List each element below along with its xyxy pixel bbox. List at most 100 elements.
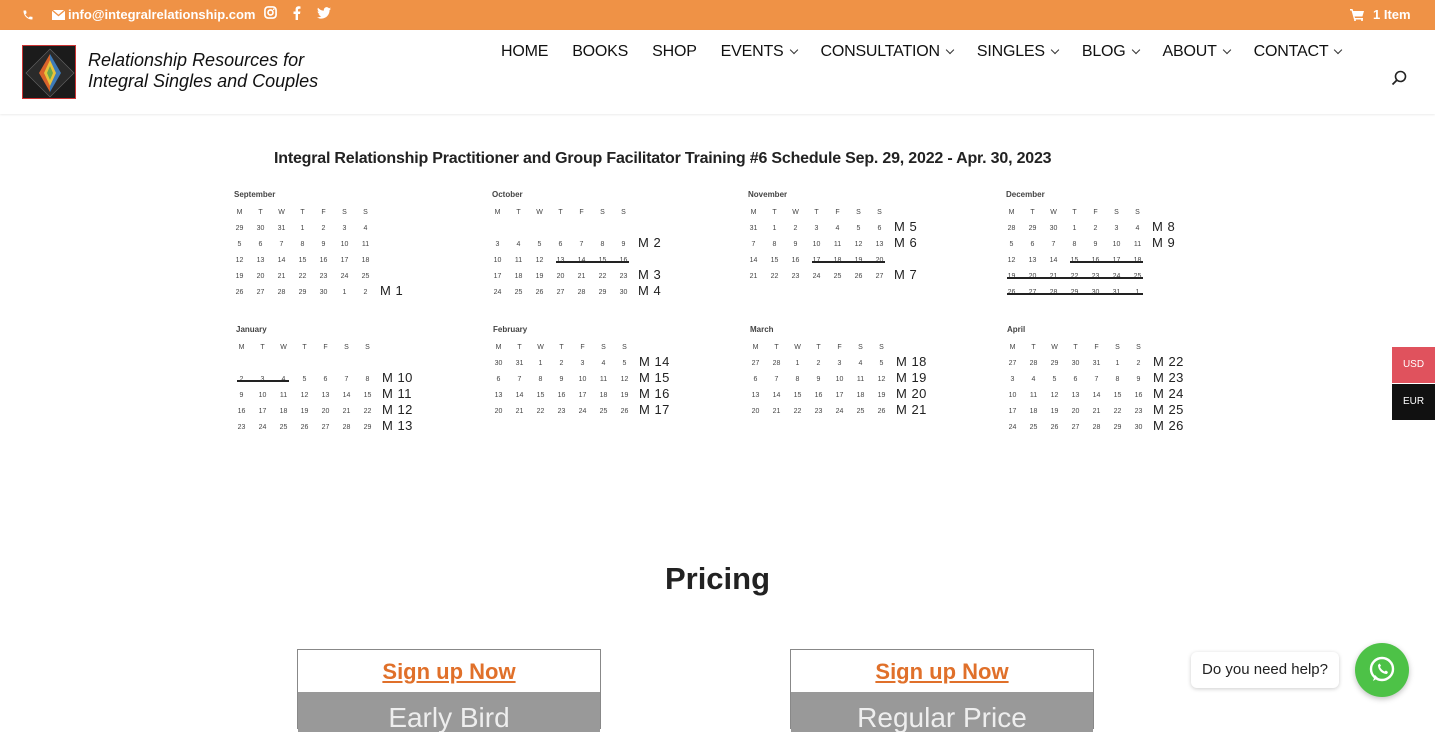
calendar-day: 20 bbox=[1065, 405, 1086, 418]
nav-label: ABOUT bbox=[1162, 43, 1217, 60]
calendar-day: 26 bbox=[535, 289, 544, 296]
month-calendar: April M T W T F S S 27 28 29 30 31 1 2 3 4 5 6 7 8 9 10 11 12 13 1… bbox=[1007, 325, 1257, 445]
calendar-day: 11 bbox=[514, 257, 523, 264]
calendar-day: 6 bbox=[323, 376, 328, 383]
weekday-label: T bbox=[516, 209, 521, 216]
weekday-label: M bbox=[494, 209, 501, 216]
weekday-label: W bbox=[1050, 209, 1057, 216]
calendar-day: 21 bbox=[342, 408, 351, 415]
site-logo[interactable] bbox=[22, 45, 76, 99]
calendar-day: 7 bbox=[751, 241, 756, 248]
month-calendar: November M T W T F S S 31 1 2 3 4 5 6 7 8 9 10 11 12 13 14 15 16… bbox=[748, 190, 998, 310]
module-label: M 8 bbox=[1152, 219, 1176, 234]
email-link[interactable]: info@integralrelationship.com bbox=[52, 7, 255, 22]
instagram-icon[interactable] bbox=[264, 6, 277, 19]
calendar-day: 8 bbox=[300, 241, 305, 248]
calendar-day: 29 bbox=[292, 286, 313, 299]
calendar-day: 16 bbox=[237, 408, 246, 415]
nav-label: BOOKS bbox=[572, 43, 629, 60]
calendar-day: 8 bbox=[795, 376, 800, 383]
twitter-icon[interactable] bbox=[317, 7, 331, 19]
calendar-day: 10 bbox=[340, 241, 349, 248]
calendar-day: 14 bbox=[515, 392, 524, 399]
calendar-day: 23 bbox=[808, 405, 829, 418]
nav-contact[interactable]: CONTACT bbox=[1254, 43, 1343, 61]
calendar-day: 14 bbox=[749, 257, 758, 264]
calendar-day: 13 bbox=[256, 257, 265, 264]
facebook-icon[interactable] bbox=[293, 6, 301, 20]
nav-shop[interactable]: SHOP bbox=[652, 43, 697, 61]
nav-books[interactable]: BOOKS bbox=[572, 43, 628, 61]
nav-events[interactable]: EVENTS bbox=[721, 43, 798, 61]
nav-consultation[interactable]: CONSULTATION bbox=[821, 43, 955, 61]
weekday-label: F bbox=[579, 209, 584, 216]
cancelled-strike bbox=[1007, 293, 1143, 295]
weekday-label: M bbox=[238, 344, 245, 351]
calendar-day: 7 bbox=[774, 376, 779, 383]
calendar-day: 6 bbox=[753, 376, 758, 383]
calendar-day: 5 bbox=[871, 357, 892, 370]
calendar-day: 26 bbox=[871, 405, 892, 418]
calendar-day: 16 bbox=[1128, 389, 1149, 402]
month-name: April bbox=[1007, 325, 1026, 334]
calendar-day: 20 bbox=[751, 408, 760, 415]
nav-blog[interactable]: BLOG bbox=[1081, 43, 1140, 61]
schedule-title: Integral Relationship Practitioner and G… bbox=[274, 150, 1052, 167]
cancelled-strike bbox=[1007, 277, 1143, 279]
calendar-day: 31 bbox=[515, 360, 524, 367]
weekday-label: M bbox=[750, 209, 757, 216]
calendar-day: 21 bbox=[772, 408, 781, 415]
calendar-day: 31 bbox=[277, 225, 286, 232]
calendar-day: 21 bbox=[1092, 408, 1101, 415]
weekday-label: T bbox=[774, 344, 779, 351]
weekday-label: M bbox=[1008, 209, 1015, 216]
calendar-day: 13 bbox=[1028, 257, 1037, 264]
calendar-day: 29 bbox=[1028, 225, 1037, 232]
weekday-label: M bbox=[236, 209, 243, 216]
nav-about[interactable]: ABOUT bbox=[1162, 43, 1231, 61]
calendar-day: 17 bbox=[340, 257, 349, 264]
cart-link[interactable]: 1 Item bbox=[1350, 7, 1411, 22]
calendar-day: 28 bbox=[577, 289, 586, 296]
calendar-day: 28 bbox=[277, 289, 286, 296]
calendar-day: 13 bbox=[869, 238, 890, 251]
nav-home[interactable]: HOME bbox=[501, 43, 548, 61]
calendar-day: 18 bbox=[1029, 408, 1038, 415]
price-card-regular: Sign up Now Regular Price bbox=[790, 649, 1094, 732]
calendar-day: 20 bbox=[550, 270, 571, 283]
whatsapp-button[interactable] bbox=[1355, 643, 1409, 697]
month-calendar: December M T W T F S S 28 29 30 1 2 3 4 5 6 7 8 9 10 11 12 13 14… bbox=[1006, 190, 1256, 310]
calendar-day: 29 bbox=[357, 421, 378, 434]
weekday-label: W bbox=[278, 209, 285, 216]
calendar-day: 2 bbox=[355, 286, 376, 299]
calendar-day: 24 bbox=[835, 408, 844, 415]
site-header: Relationship Resources for Integral Sing… bbox=[0, 30, 1435, 114]
calendar-day: 18 bbox=[856, 392, 865, 399]
main-nav: HOME BOOKS SHOP EVENTS CONSULTATION SING… bbox=[501, 43, 1365, 61]
calendar-day: 13 bbox=[494, 392, 503, 399]
calendar-day: 9 bbox=[1128, 373, 1149, 386]
calendar-day: 6 bbox=[258, 241, 263, 248]
month-name: January bbox=[236, 325, 267, 334]
calendar-day: 1 bbox=[300, 225, 305, 232]
phone-icon[interactable] bbox=[22, 9, 34, 21]
weekday-label: W bbox=[792, 209, 799, 216]
calendar-day: 24 bbox=[806, 270, 827, 283]
sign-up-link[interactable]: Sign up Now bbox=[791, 659, 1093, 685]
search-icon[interactable] bbox=[1391, 70, 1407, 91]
pricing-heading: Pricing bbox=[664, 561, 771, 596]
calendar-day: 19 bbox=[1050, 408, 1059, 415]
chevron-down-icon bbox=[945, 45, 955, 55]
calendar-day: 19 bbox=[871, 389, 892, 402]
sign-up-link[interactable]: Sign up Now bbox=[298, 659, 600, 685]
calendar-day: 3 bbox=[806, 222, 827, 235]
currency-usd-button[interactable]: USD bbox=[1392, 347, 1435, 383]
price-band: Early Bird bbox=[298, 692, 600, 732]
weekday-label: S bbox=[600, 209, 605, 216]
nav-label: BLOG bbox=[1081, 43, 1126, 60]
nav-label: SINGLES bbox=[976, 43, 1045, 60]
nav-singles[interactable]: SINGLES bbox=[976, 43, 1060, 61]
calendar-day: 12 bbox=[871, 373, 892, 386]
currency-eur-button[interactable]: EUR bbox=[1392, 384, 1435, 420]
chat-prompt[interactable]: Do you need help? bbox=[1191, 652, 1339, 688]
